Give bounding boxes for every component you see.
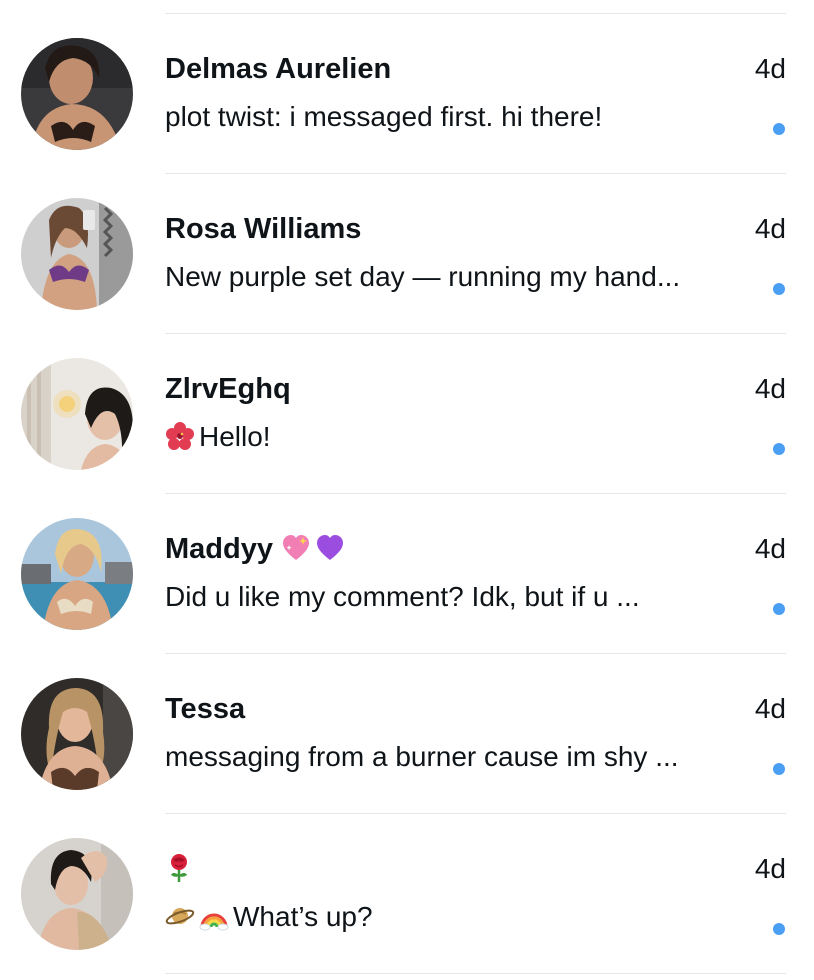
contact-name: Tessa [165, 693, 246, 725]
timestamp: 4d [754, 533, 786, 564]
avatar[interactable] [21, 838, 133, 950]
rose-emoji-icon [171, 854, 187, 882]
rainbow-emoji-icon [199, 913, 229, 931]
avatar[interactable] [21, 518, 133, 630]
unread-dot-icon [773, 603, 785, 615]
conversation-row[interactable]: Rosa Williams 4d New purple set day — ru… [0, 173, 814, 333]
unread-dot-icon [773, 763, 785, 775]
message-preview: Hello! [165, 417, 745, 457]
ringed-planet-emoji-icon [165, 908, 195, 925]
conversation-row[interactable]: Tessa 4d messaging from a burner cause i… [0, 653, 814, 813]
message-preview: plot twist: i messaged first. hi there! [165, 101, 603, 132]
contact-name: ZlrvEghq [165, 373, 291, 405]
unread-dot-icon [773, 283, 785, 295]
unread-dot-icon [773, 923, 785, 935]
timestamp: 4d [754, 853, 786, 884]
unread-dot-icon [773, 123, 785, 135]
avatar[interactable] [21, 198, 133, 310]
timestamp: 4d [754, 53, 786, 84]
timestamp: 4d [754, 213, 786, 244]
contact-name [165, 849, 199, 889]
sparkling-heart-emoji-icon [282, 535, 309, 560]
message-preview: messaging from a burner cause im shy ... [165, 741, 679, 772]
avatar[interactable] [21, 38, 133, 150]
contact-name: Rosa Williams [165, 213, 362, 245]
timestamp: 4d [754, 373, 786, 404]
avatar[interactable] [21, 678, 133, 790]
conversation-row[interactable]: ZlrvEghq 4d Hello! [0, 333, 814, 493]
unread-dot-icon [773, 443, 785, 455]
contact-name: Maddyy [165, 529, 349, 569]
contact-name: Delmas Aurelien [165, 53, 392, 85]
avatar[interactable] [21, 358, 133, 470]
purple-heart-emoji-icon [316, 535, 343, 560]
divider [165, 973, 786, 974]
conversation-list: Delmas Aurelien 4d plot twist: i message… [0, 0, 814, 980]
hibiscus-emoji-icon [166, 422, 194, 450]
message-preview: New purple set day — running my hand... [165, 261, 681, 292]
conversation-row[interactable]: 4d What’s up? [0, 813, 814, 973]
message-preview: What’s up? [165, 897, 745, 937]
conversation-row[interactable]: Delmas Aurelien 4d plot twist: i message… [0, 13, 814, 173]
timestamp: 4d [754, 693, 786, 724]
message-preview: Did u like my comment? Idk, but if u ... [165, 581, 640, 612]
conversation-row[interactable]: Maddyy 4d Did u like my comment? Idk, bu… [0, 493, 814, 653]
